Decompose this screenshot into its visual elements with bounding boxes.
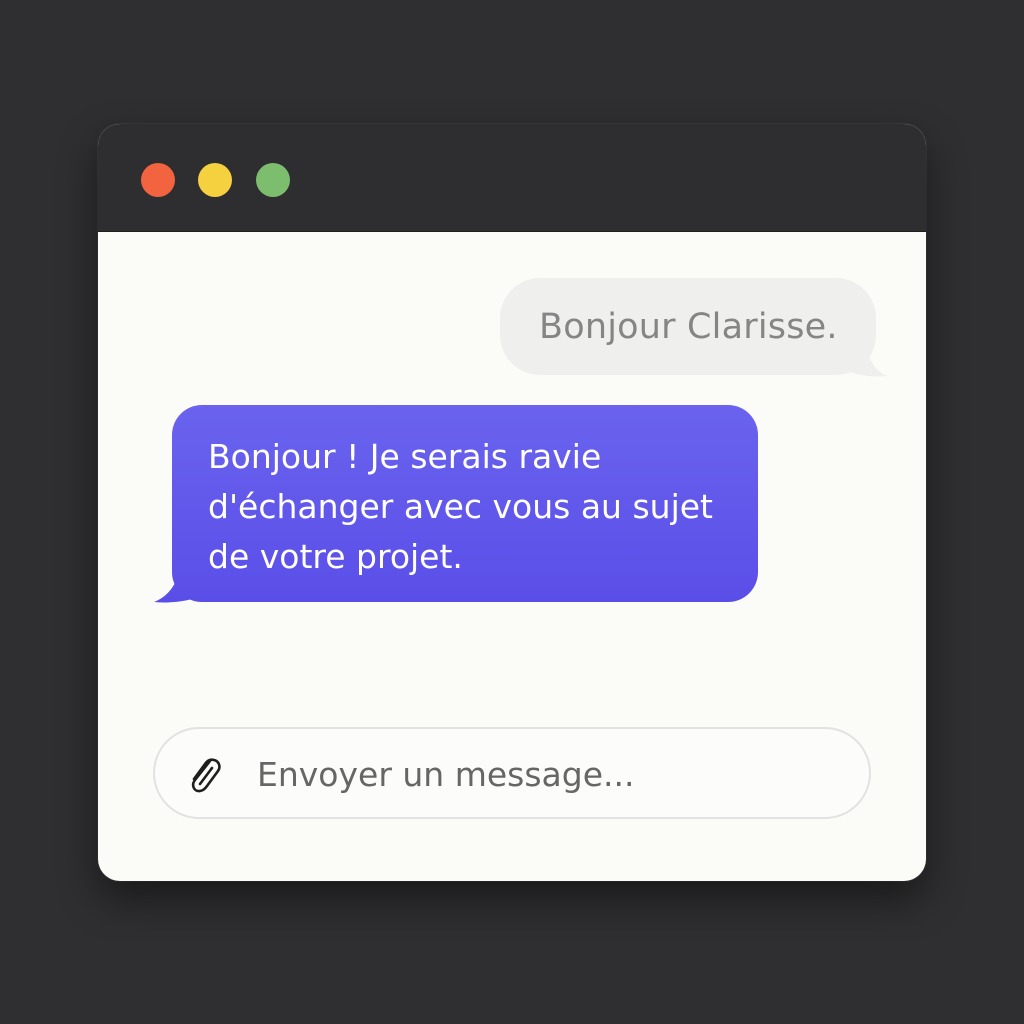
chat-window: Bonjour Clarisse. Bonjour ! Je serais ra…: [98, 124, 926, 881]
conversation-area: Bonjour Clarisse. Bonjour ! Je serais ra…: [98, 232, 926, 881]
message-composer: [153, 727, 871, 819]
message-text: Bonjour Clarisse.: [539, 306, 838, 347]
paperclip-icon[interactable]: [185, 753, 225, 797]
message-bubble-sent: Bonjour ! Je serais ravie d'échanger ave…: [172, 405, 758, 602]
title-bar: [98, 124, 926, 232]
message-text: Bonjour ! Je serais ravie d'échanger ave…: [208, 437, 713, 576]
minimize-button[interactable]: [198, 163, 232, 197]
message-bubble-received: Bonjour Clarisse.: [500, 278, 876, 375]
message-input[interactable]: [255, 729, 849, 819]
zoom-button[interactable]: [256, 163, 290, 197]
close-button[interactable]: [141, 163, 175, 197]
